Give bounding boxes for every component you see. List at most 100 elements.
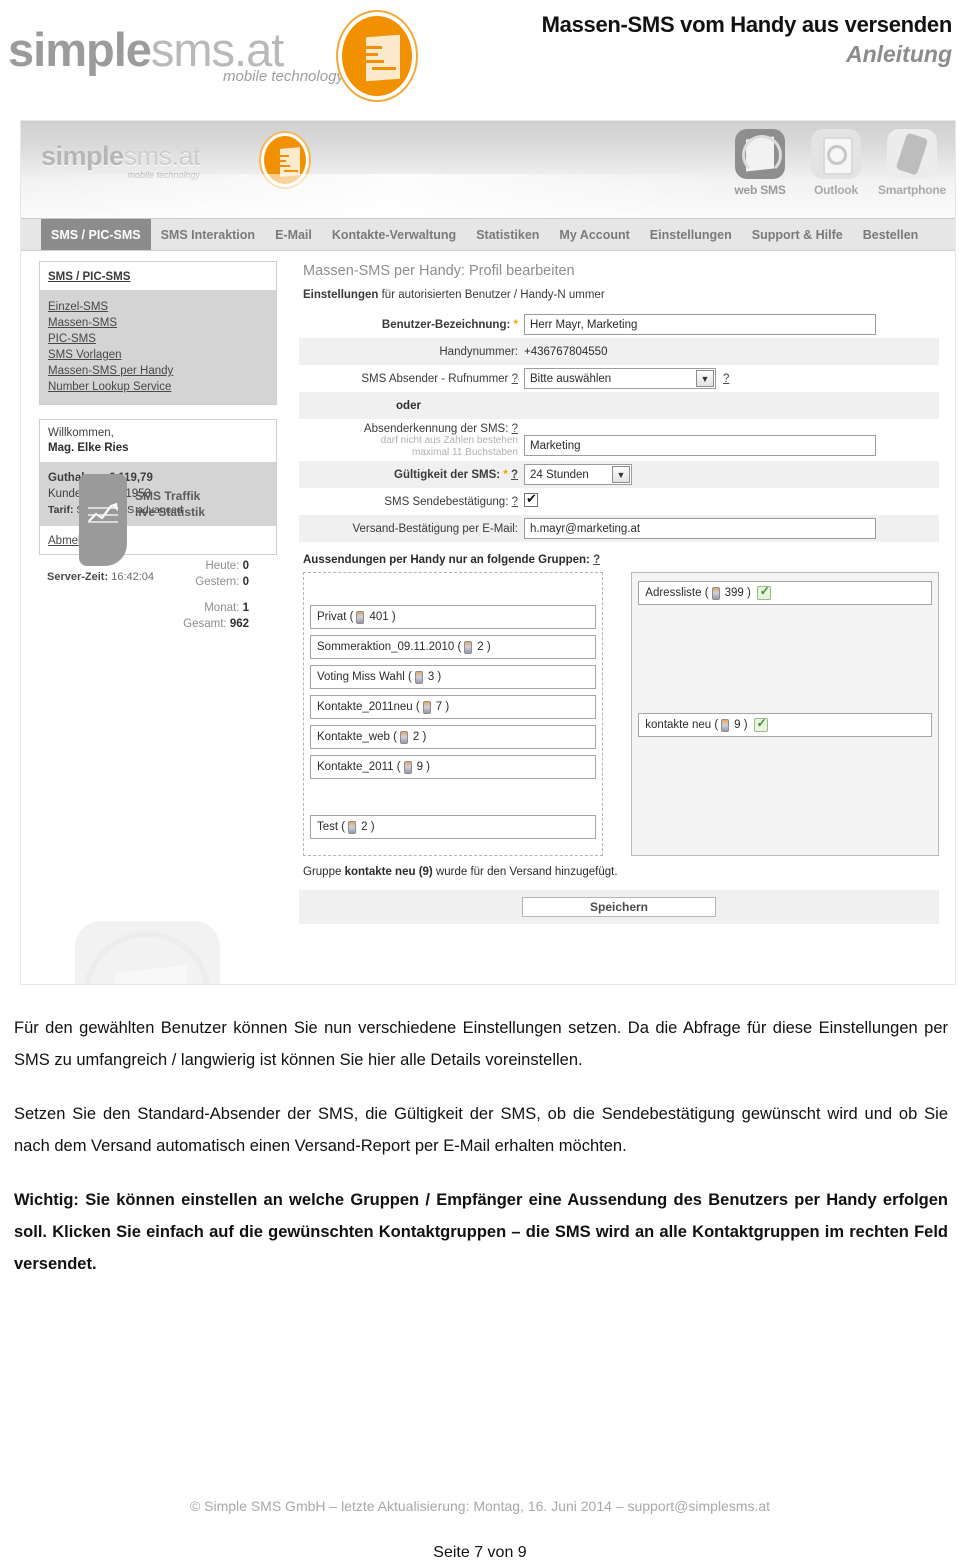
group-name: Adressliste: [645, 587, 702, 599]
save-button[interactable]: Speichern: [522, 897, 716, 917]
phone-icon: [721, 718, 730, 732]
required-asterisk: *: [513, 318, 518, 331]
available-groups-list: Privat ( 401 ) Sommeraktion_09.11.2010 (…: [303, 572, 604, 856]
form-subtitle: Einstellungen für autorisierten Benutzer…: [299, 289, 939, 311]
sidebar-item-einzel-sms[interactable]: Einzel-SMS: [48, 299, 268, 315]
sidebar-section-title[interactable]: SMS / PIC-SMS: [48, 271, 130, 283]
app-screenshot: simplesms.at mobile technology web SMS O…: [20, 120, 956, 985]
remove-group-icon[interactable]: [756, 584, 771, 600]
nav-item-sms-interaktion[interactable]: SMS Interaktion: [151, 219, 265, 250]
simplesms-logo: simplesms.at mobile technology: [8, 8, 428, 100]
list-item[interactable]: Privat ( 401 ): [310, 605, 597, 629]
list-item[interactable]: kontakte neu ( 9 ): [638, 713, 932, 737]
traffic-label-heute: Heute:: [205, 560, 240, 572]
help-icon-confirm[interactable]: ?: [512, 496, 518, 508]
paragraph-2: Setzen Sie den Standard-Absender der SMS…: [14, 1105, 948, 1155]
sidebar-links: Einzel-SMS Massen-SMS PIC-SMS SMS Vorlag…: [40, 290, 276, 404]
phone-icon: [403, 760, 412, 774]
app-logo[interactable]: simplesms.at mobile technology: [41, 141, 201, 180]
group-name: kontakte neu: [645, 719, 712, 731]
remove-group-icon[interactable]: [753, 716, 768, 732]
phone-icon: [422, 700, 431, 714]
traffic-title-line1: SMS Traffik: [135, 489, 201, 503]
phone-icon: [464, 640, 473, 654]
status-message: Gruppe kontakte neu (9) wurde für den Ve…: [303, 866, 939, 878]
list-item[interactable]: Voting Miss Wahl ( 3 ): [310, 665, 597, 689]
groups-area: Privat ( 401 ) Sommeraktion_09.11.2010 (…: [299, 572, 939, 856]
smartphone-icon[interactable]: Smartphone: [877, 129, 947, 197]
traffic-title-line2: live Statistik: [135, 505, 206, 519]
gueltigkeit-label: Gültigkeit der SMS: * ?: [394, 468, 518, 481]
help-icon-sender-id[interactable]: ?: [512, 423, 518, 435]
logo-simple-text: simple: [8, 23, 152, 76]
groups-section-title: Aussendungen per Handy nur an folgende G…: [303, 554, 601, 566]
nav-item-einstellungen[interactable]: Einstellungen: [640, 219, 742, 250]
absenderkennung-input[interactable]: Marketing: [524, 435, 876, 456]
sendebestaetigung-checkbox[interactable]: [524, 491, 538, 507]
page-subtitle: Anleitung: [845, 41, 952, 67]
phone-icon: [399, 730, 408, 744]
list-item[interactable]: Kontakte_2011neu ( 7 ): [310, 695, 597, 719]
handynummer-value: +436767804550: [524, 345, 608, 358]
logo-tagline: mobile technology: [223, 68, 344, 85]
list-item[interactable]: Kontakte_web ( 2 ): [310, 725, 597, 749]
sms-traffic-widget: SMS Traffik live Statistik Heute: 0 Gest…: [39, 466, 277, 666]
nav-item-my-account[interactable]: My Account: [549, 219, 639, 250]
help-icon-validity[interactable]: ?: [511, 469, 518, 481]
list-item[interactable]: Kontakte_2011 ( 9 ): [310, 755, 597, 779]
field-row-versandbestaetigung-email: Versand-Bestätigung per E-Mail: h.mayr@m…: [299, 515, 939, 542]
chevron-down-icon-2: ▼: [612, 466, 630, 483]
required-asterisk-2: *: [503, 468, 508, 481]
app-logo-sms: sms.at: [123, 141, 201, 171]
outlook-label: Outlook: [814, 183, 858, 197]
paragraph-1: Für den gewählten Benutzer können Sie nu…: [14, 1019, 948, 1069]
outlook-icon[interactable]: Outlook: [801, 129, 871, 197]
nav-item-email[interactable]: E-Mail: [265, 219, 322, 250]
list-item[interactable]: Adressliste ( 399 ): [638, 581, 932, 605]
status-suffix: wurde für den Versand hinzugefügt.: [432, 866, 618, 878]
selected-groups-list: Adressliste ( 399 ) kontakte neu ( 9 ): [631, 572, 939, 856]
traffic-title: SMS Traffik live Statistik: [135, 488, 205, 520]
field-row-sendebestaetigung: SMS Sendebestätigung: ?: [299, 488, 939, 515]
absenderkennung-hint-2: maximal 11 Buchstaben: [412, 447, 518, 458]
list-item[interactable]: Sommeraktion_09.11.2010 ( 2 ): [310, 635, 597, 659]
sidebar-item-massen-sms-per-handy[interactable]: Massen-SMS per Handy: [48, 363, 268, 379]
user-name: Mag. Elke Ries: [48, 442, 129, 454]
websms-icon[interactable]: web SMS: [725, 129, 795, 197]
status-group-name: kontakte neu (9): [344, 866, 433, 878]
page-title: Massen-SMS vom Handy aus versenden: [541, 12, 953, 37]
nav-item-sms-pic-sms[interactable]: SMS / PIC-SMS: [41, 219, 151, 250]
sidebar-item-sms-vorlagen[interactable]: SMS Vorlagen: [48, 347, 268, 363]
help-icon-sender-number-2[interactable]: ?: [723, 373, 729, 385]
document-header: simplesms.at mobile technology Massen-SM…: [0, 0, 960, 105]
sidebar-item-number-lookup-service[interactable]: Number Lookup Service: [48, 379, 268, 395]
nav-item-statistiken[interactable]: Statistiken: [466, 219, 549, 250]
traffic-chart-icon: [79, 474, 127, 566]
main-navigation: SMS / PIC-SMS SMS Interaktion E-Mail Kon…: [21, 219, 955, 251]
benutzer-bezeichnung-label: Benutzer-Bezeichnung: *: [381, 318, 518, 331]
versandbestaetigung-email-label: Versand-Bestätigung per E-Mail:: [352, 522, 518, 535]
group-name: Voting Miss Wahl: [317, 671, 405, 683]
nav-item-support-hilfe[interactable]: Support & Hilfe: [742, 219, 853, 250]
nav-item-kontakte-verwaltung[interactable]: Kontakte-Verwaltung: [322, 219, 466, 250]
sidebar-item-massen-sms[interactable]: Massen-SMS: [48, 315, 268, 331]
traffic-label-monat: Monat:: [204, 602, 240, 614]
group-count: 399: [724, 587, 744, 599]
sms-absender-rufnummer-value: Bitte auswählen: [530, 372, 612, 385]
field-row-gueltigkeit: Gültigkeit der SMS: * ? 24 Stunden ▼: [299, 461, 939, 488]
help-icon-groups[interactable]: ?: [593, 554, 600, 566]
sendebestaetigung-label: SMS Sendebestätigung: ?: [384, 495, 518, 508]
group-name: Privat: [317, 611, 347, 623]
help-icon-sender-number[interactable]: ?: [512, 373, 518, 385]
sidebar-item-pic-sms[interactable]: PIC-SMS: [48, 331, 268, 347]
nav-item-bestellen[interactable]: Bestellen: [853, 219, 929, 250]
app-header: simplesms.at mobile technology web SMS O…: [21, 121, 955, 219]
sms-absender-rufnummer-select[interactable]: Bitte auswählen ▼: [524, 368, 716, 389]
benutzer-bezeichnung-input[interactable]: Herr Mayr, Marketing: [524, 314, 876, 335]
status-prefix: Gruppe: [303, 866, 345, 878]
traffic-label-gesamt: Gesamt:: [183, 618, 227, 630]
list-item[interactable]: Test ( 2 ): [310, 815, 597, 839]
main-content: Massen-SMS per Handy: Profil bearbeiten …: [299, 259, 939, 924]
gueltigkeit-select[interactable]: 24 Stunden ▼: [524, 464, 632, 485]
versandbestaetigung-email-input[interactable]: h.mayr@marketing.at: [524, 518, 876, 539]
